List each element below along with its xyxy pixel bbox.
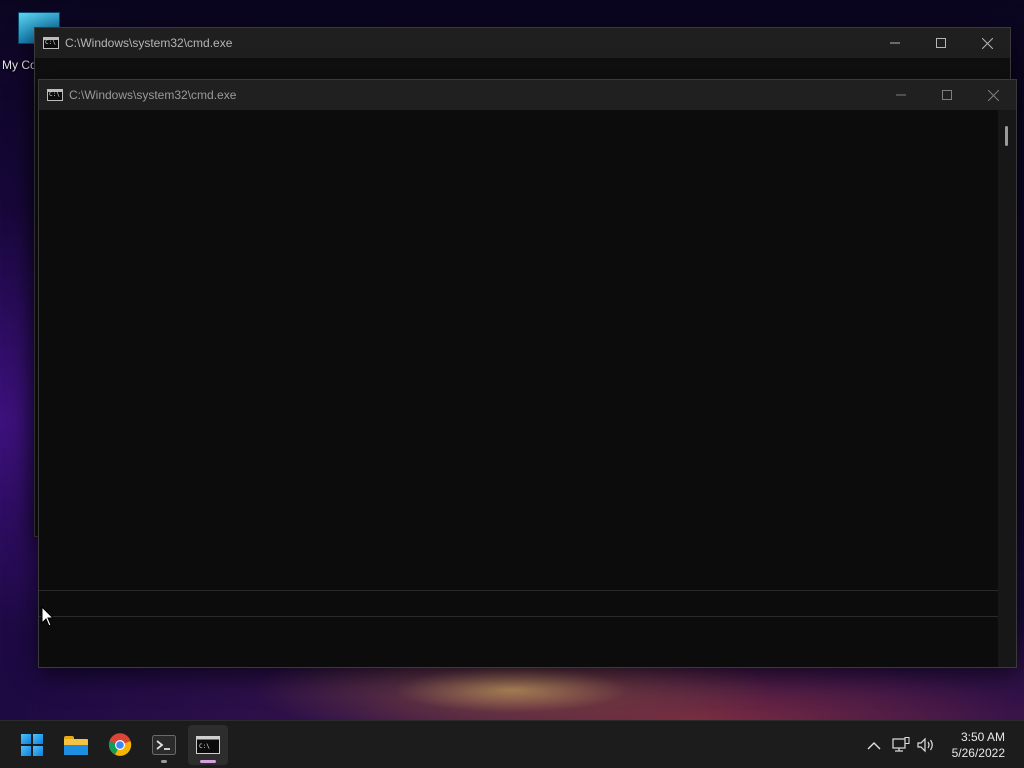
close-button[interactable] <box>964 28 1010 58</box>
chrome-icon <box>108 733 132 756</box>
start-button[interactable] <box>12 725 52 765</box>
taskbar: C:\ 3:50 AM 5/26/2022 <box>0 720 1024 768</box>
mouse-cursor-icon <box>41 606 55 627</box>
close-icon <box>987 89 999 101</box>
console-output[interactable] <box>39 110 998 667</box>
taskbar-chrome[interactable] <box>100 725 140 765</box>
system-clock[interactable]: 3:50 AM 5/26/2022 <box>952 729 1005 761</box>
close-icon <box>981 37 993 49</box>
cmd-icon: C:\ <box>196 736 220 754</box>
cmd-icon <box>47 89 63 101</box>
volume-button[interactable] <box>915 733 937 757</box>
divider <box>39 616 1016 617</box>
clock-date: 5/26/2022 <box>951 746 1005 760</box>
taskbar-cmd[interactable]: C:\ <box>188 725 228 765</box>
desktop-icon-label: My Co <box>2 58 37 72</box>
scrollbar-thumb[interactable] <box>1005 126 1008 146</box>
close-button[interactable] <box>970 80 1016 110</box>
minimize-button[interactable] <box>872 28 918 58</box>
window-titlebar[interactable]: C:\Windows\system32\cmd.exe <box>35 28 1010 58</box>
active-indicator <box>200 760 216 763</box>
running-indicator <box>161 760 167 763</box>
maximize-icon <box>942 90 952 100</box>
windows-start-icon <box>21 734 43 756</box>
window-titlebar[interactable]: C:\Windows\system32\cmd.exe <box>39 80 1016 110</box>
terminal-icon <box>152 735 176 755</box>
minimize-icon <box>890 42 900 44</box>
chevron-up-icon <box>867 741 881 749</box>
maximize-button[interactable] <box>918 28 964 58</box>
maximize-button[interactable] <box>924 80 970 110</box>
show-hidden-icons-button[interactable] <box>864 733 884 757</box>
cmd-window-foreground[interactable]: C:\Windows\system32\cmd.exe <box>38 79 1017 668</box>
window-title: C:\Windows\system32\cmd.exe <box>65 36 233 50</box>
network-icon <box>892 737 910 752</box>
cmd-icon <box>43 37 59 49</box>
window-title: C:\Windows\system32\cmd.exe <box>69 88 237 102</box>
clock-time: 3:50 AM <box>960 730 1005 744</box>
vertical-scrollbar[interactable] <box>998 110 1016 667</box>
minimize-icon <box>896 94 906 96</box>
volume-icon <box>917 737 933 753</box>
network-button[interactable] <box>890 733 912 757</box>
divider <box>39 590 998 591</box>
minimize-button[interactable] <box>878 80 924 110</box>
folder-icon <box>64 735 88 755</box>
taskbar-file-explorer[interactable] <box>56 725 96 765</box>
taskbar-terminal[interactable] <box>144 725 184 765</box>
maximize-icon <box>936 38 946 48</box>
svg-text:C:\: C:\ <box>199 743 210 750</box>
